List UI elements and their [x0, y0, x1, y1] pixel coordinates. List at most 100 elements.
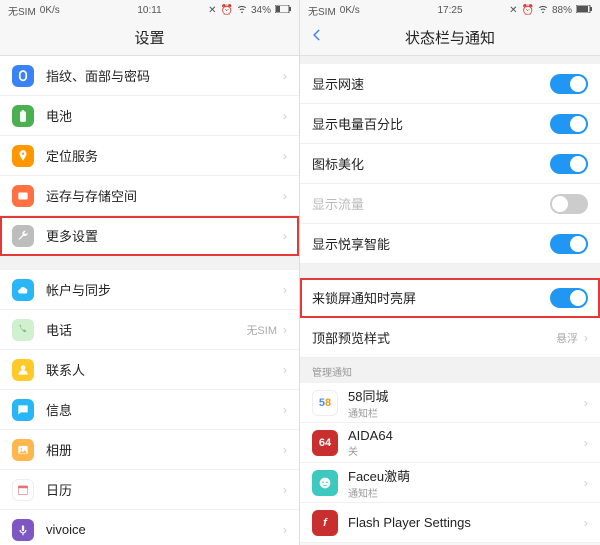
- app-row[interactable]: 64 AIDA64 关 ›: [300, 423, 600, 463]
- row-label: 相册: [46, 440, 283, 459]
- battery-text: 34%: [251, 5, 271, 16]
- row-fingerprint[interactable]: 指纹、面部与密码 ›: [0, 56, 299, 96]
- app-name: AIDA64: [348, 428, 584, 443]
- chevron-right-icon: ›: [584, 516, 588, 530]
- toggle-switch[interactable]: [550, 114, 588, 134]
- row-label: 信息: [46, 400, 283, 419]
- row-messages[interactable]: 信息 ›: [0, 390, 299, 430]
- contacts-icon: [12, 359, 34, 381]
- row-phone[interactable]: 电话 无SIM ›: [0, 310, 299, 350]
- status-bar: 无SIM 0K/s 10:11 ✕ ⏰ 34%: [0, 0, 299, 20]
- chevron-right-icon: ›: [283, 69, 287, 83]
- row-label: 指纹、面部与密码: [46, 66, 283, 85]
- row-vivoice[interactable]: vivoice ›: [0, 510, 299, 545]
- chevron-right-icon: ›: [283, 323, 287, 337]
- row-label: 定位服务: [46, 146, 283, 165]
- row-storage[interactable]: 运存与存储空间 ›: [0, 176, 299, 216]
- section-gap: [0, 256, 299, 270]
- speed-text: 0K/s: [40, 5, 60, 16]
- app-row[interactable]: f Flash Player Settings ›: [300, 503, 600, 543]
- calendar-icon: [12, 479, 34, 501]
- row-value: 悬浮: [556, 330, 578, 346]
- row-preview-style[interactable]: 顶部预览样式 悬浮 ›: [300, 318, 600, 358]
- row-label: 联系人: [46, 360, 283, 379]
- messages-icon: [12, 399, 34, 421]
- carrier-text: 无SIM: [8, 3, 36, 18]
- app-icon-58: 58: [312, 390, 338, 416]
- settings-list: 指纹、面部与密码 › 电池 › 定位服务 ›: [0, 56, 299, 545]
- battery-text: 88%: [552, 5, 572, 16]
- chevron-right-icon: ›: [283, 483, 287, 497]
- app-sub: 通知栏: [348, 485, 584, 500]
- app-row[interactable]: 58 58同城 通知栏 ›: [300, 383, 600, 423]
- row-show-battery-pct[interactable]: 显示电量百分比: [300, 104, 600, 144]
- chevron-right-icon: ›: [283, 229, 287, 243]
- cloud-icon: [12, 279, 34, 301]
- row-label: 显示流量: [312, 194, 550, 213]
- app-icon-aida64: 64: [312, 430, 338, 456]
- chevron-right-icon: ›: [283, 523, 287, 537]
- app-icon-faceu: [312, 470, 338, 496]
- phone-icon: [12, 319, 34, 341]
- row-label: 电池: [46, 106, 283, 125]
- section-label: 管理通知: [300, 358, 600, 383]
- app-name: Faceu激萌: [348, 466, 584, 485]
- speed-text: 0K/s: [340, 5, 360, 16]
- row-label: 来锁屏通知时亮屏: [312, 288, 550, 307]
- chevron-right-icon: ›: [283, 189, 287, 203]
- header-title: 设置: [134, 27, 164, 48]
- wifi-icon: [237, 4, 247, 17]
- fingerprint-icon: [12, 65, 34, 87]
- row-label: 帐户与同步: [46, 280, 283, 299]
- toggle-switch[interactable]: [550, 234, 588, 254]
- back-button[interactable]: [310, 28, 324, 46]
- row-label: 日历: [46, 480, 283, 499]
- row-location[interactable]: 定位服务 ›: [0, 136, 299, 176]
- row-account-sync[interactable]: 帐户与同步 ›: [0, 270, 299, 310]
- chevron-right-icon: ›: [584, 436, 588, 450]
- app-sub: 通知栏: [348, 405, 584, 420]
- toggle-switch[interactable]: [550, 288, 588, 308]
- toggle-list: 显示网速 显示电量百分比 图标美化 显示流量 显示悦享智能 来锁屏通知时亮屏: [300, 56, 600, 543]
- row-label: 更多设置: [46, 226, 283, 245]
- row-label: vivoice: [46, 522, 283, 537]
- dnd-icon: ✕: [509, 5, 517, 16]
- vivoice-icon: [12, 519, 34, 541]
- row-show-jovi[interactable]: 显示悦享智能: [300, 224, 600, 264]
- toggle-switch[interactable]: [550, 74, 588, 94]
- row-value: 无SIM: [246, 322, 277, 338]
- battery-icon: [576, 5, 592, 16]
- chevron-right-icon: ›: [283, 363, 287, 377]
- row-lockscreen-wake[interactable]: 来锁屏通知时亮屏: [300, 278, 600, 318]
- chevron-right-icon: ›: [283, 403, 287, 417]
- alarm-icon: ⏰: [522, 5, 534, 16]
- carrier-text: 无SIM: [308, 3, 336, 18]
- toggle-switch[interactable]: [550, 194, 588, 214]
- right-phone: 无SIM 0K/s 17:25 ✕ ⏰ 88% 状态栏与通知: [300, 0, 600, 545]
- row-show-traffic[interactable]: 显示流量: [300, 184, 600, 224]
- location-icon: [12, 145, 34, 167]
- status-bar: 无SIM 0K/s 17:25 ✕ ⏰ 88%: [300, 0, 600, 20]
- toggle-switch[interactable]: [550, 154, 588, 174]
- app-icon-flash: f: [312, 510, 338, 536]
- header: 设置: [0, 20, 299, 56]
- chevron-right-icon: ›: [283, 109, 287, 123]
- header-title: 状态栏与通知: [405, 27, 495, 48]
- row-label: 图标美化: [312, 154, 550, 173]
- wifi-icon: [538, 4, 548, 17]
- chevron-right-icon: ›: [283, 443, 287, 457]
- chevron-right-icon: ›: [283, 149, 287, 163]
- app-name: 58同城: [348, 386, 584, 405]
- row-icon-beautify[interactable]: 图标美化: [300, 144, 600, 184]
- storage-icon: [12, 185, 34, 207]
- row-label: 电话: [46, 320, 246, 339]
- row-show-speed[interactable]: 显示网速: [300, 64, 600, 104]
- row-more-settings[interactable]: 更多设置 ›: [0, 216, 299, 256]
- row-battery[interactable]: 电池 ›: [0, 96, 299, 136]
- header: 状态栏与通知: [300, 20, 600, 56]
- section-gap: [300, 264, 600, 278]
- row-calendar[interactable]: 日历 ›: [0, 470, 299, 510]
- row-gallery[interactable]: 相册 ›: [0, 430, 299, 470]
- row-contacts[interactable]: 联系人 ›: [0, 350, 299, 390]
- app-row[interactable]: Faceu激萌 通知栏 ›: [300, 463, 600, 503]
